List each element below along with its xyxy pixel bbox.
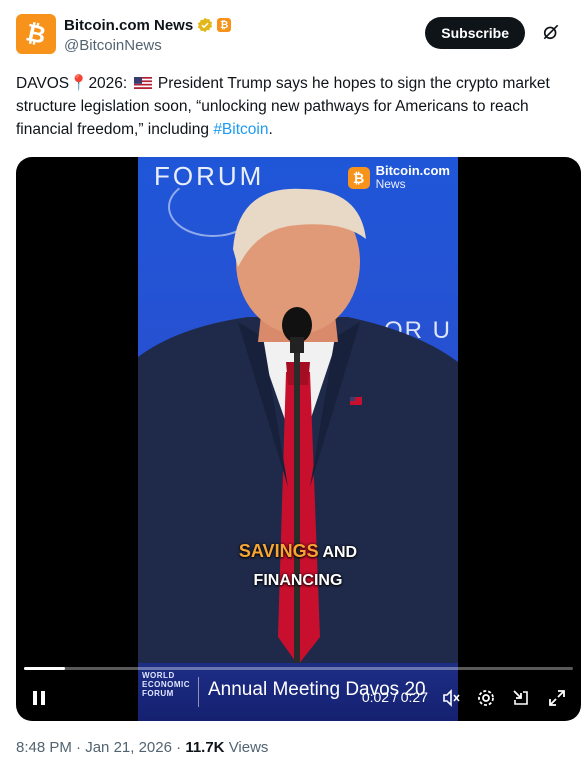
tweet-text-part: DAVOS	[16, 75, 70, 92]
time-separator: /	[392, 689, 397, 705]
video-caption: SAVINGS AND FINANCING	[138, 537, 458, 595]
watermark-sub: News	[375, 177, 406, 191]
progress-fill	[24, 667, 65, 670]
video-frame[interactable]: FORUM OR U ₿ Bitcoin.com News SAVINGS AN…	[138, 157, 458, 721]
settings-icon[interactable]	[475, 687, 497, 709]
fullscreen-icon[interactable]	[546, 687, 568, 709]
views-count: 11.7K	[185, 739, 225, 756]
views-label: Views	[228, 739, 269, 756]
caption-highlight: SAVINGS	[238, 541, 319, 561]
tweet-text-part: .	[268, 121, 273, 138]
bitcoin-logo-icon: ₿	[23, 17, 49, 50]
current-time: 0:02	[361, 689, 390, 705]
progress-bar[interactable]	[24, 667, 573, 670]
avatar[interactable]: ₿	[16, 14, 56, 54]
watermark-text: Bitcoin.com News	[375, 163, 450, 191]
author-names: Bitcoin.com News ₿ @BitcoinNews	[64, 15, 232, 54]
post-date[interactable]: Jan 21, 2026	[85, 739, 172, 756]
bitcoin-logo-icon: ₿	[347, 167, 370, 189]
us-flag-icon	[133, 77, 152, 89]
tweet-text-part: 2026:	[88, 75, 128, 92]
speaker-figure	[138, 188, 458, 721]
minimize-icon[interactable]	[510, 687, 532, 709]
video-time: 0:02 / 0:27	[362, 689, 428, 705]
display-name[interactable]: Bitcoin.com News	[64, 17, 193, 34]
meta-separator: ·	[76, 739, 82, 756]
video-player[interactable]: FORUM OR U ₿ Bitcoin.com News SAVINGS AN…	[16, 157, 581, 721]
verified-badge-icon[interactable]	[197, 17, 213, 33]
mute-icon[interactable]	[440, 687, 462, 709]
caption-text: FINANCING	[253, 572, 343, 589]
video-controls: 0:02 / 0:27	[16, 679, 581, 719]
tweet-header: ₿ Bitcoin.com News ₿ @BitcoinNews Subscr…	[16, 14, 569, 58]
grok-icon[interactable]	[541, 22, 561, 42]
meta-separator: ·	[176, 739, 182, 756]
affiliate-badge-icon[interactable]: ₿	[217, 18, 232, 32]
duration: 0:27	[400, 689, 428, 705]
tweet-text: DAVOS📍2026: President Trump says he hope…	[16, 72, 568, 141]
watermark: ₿ Bitcoin.com News	[347, 163, 450, 191]
name-row: Bitcoin.com News ₿	[64, 15, 232, 35]
tweet-meta: 8:48 PM · Jan 21, 2026 · 11.7K Views	[16, 739, 268, 756]
subscribe-button[interactable]: Subscribe	[425, 17, 525, 49]
hashtag-link[interactable]: #Bitcoin	[213, 121, 268, 138]
pause-icon[interactable]	[28, 687, 50, 709]
round-pushpin-icon: 📍	[69, 75, 89, 92]
watermark-brand: Bitcoin.com	[375, 163, 450, 178]
post-time[interactable]: 8:48 PM	[16, 739, 72, 756]
handle[interactable]: @BitcoinNews	[64, 37, 231, 54]
caption-text: AND	[322, 544, 358, 561]
